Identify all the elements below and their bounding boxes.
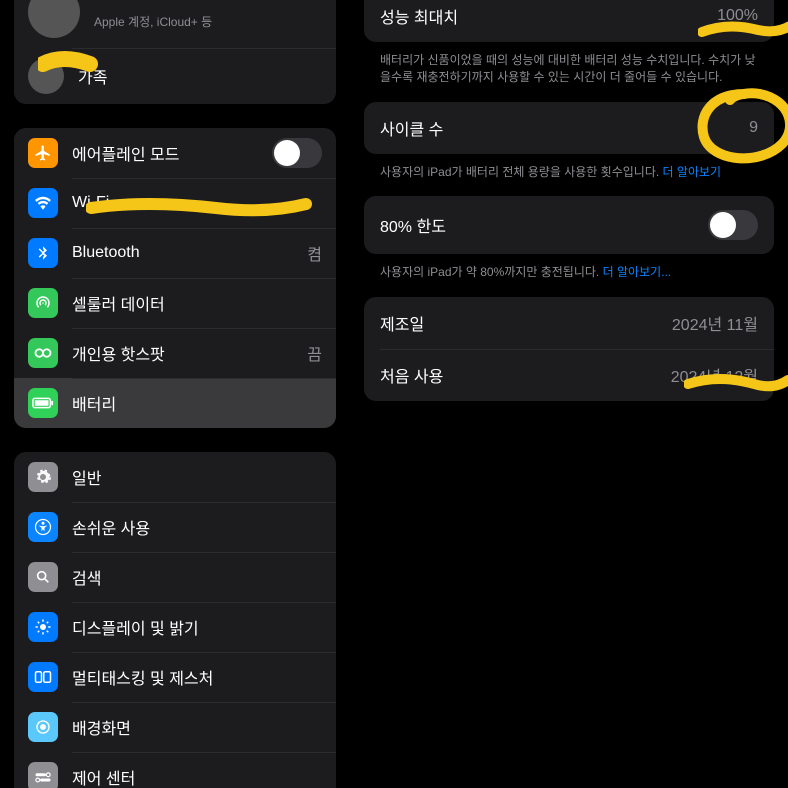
manufacture-label: 제조일 [380, 311, 424, 335]
max-capacity-row[interactable]: 성능 최대치 100% [364, 0, 774, 42]
bluetooth-value: 켬 [307, 241, 322, 265]
display-label: 디스플레이 및 밝기 [72, 615, 199, 639]
accessibility-row[interactable]: 손쉬운 사용 [14, 502, 336, 552]
cellular-icon [28, 288, 58, 318]
profile-subtitle: Apple 계정, iCloud+ 등 [94, 13, 212, 30]
limit-toggle[interactable] [708, 210, 758, 240]
settings-sidebar: Apple 계정, iCloud+ 등 가족 에어플레인 모드 [0, 0, 350, 788]
wallpaper-row[interactable]: 배경화면 [14, 702, 336, 752]
limit-footer: 사용자의 iPad가 약 80%까지만 충전됩니다. 더 알아보기... [364, 258, 774, 297]
wifi-row[interactable]: Wi-Fi [14, 178, 336, 228]
control-center-row[interactable]: 제어 센터 [14, 752, 336, 788]
first-use-value: 2024년 12월 [671, 363, 758, 387]
bluetooth-row[interactable]: Bluetooth 켬 [14, 228, 336, 278]
cycle-label: 사이클 수 [380, 116, 443, 140]
multitask-row[interactable]: 멀티태스킹 및 제스처 [14, 652, 336, 702]
hotspot-row[interactable]: 개인용 핫스팟 끔 [14, 328, 336, 378]
gear-icon [28, 462, 58, 492]
search-row[interactable]: 검색 [14, 552, 336, 602]
cycle-value: 9 [749, 119, 758, 137]
cycle-group: 사이클 수 9 [364, 102, 774, 154]
max-capacity-group: 성능 최대치 100% [364, 0, 774, 42]
avatar [28, 0, 80, 38]
airplane-row[interactable]: 에어플레인 모드 [14, 128, 336, 178]
battery-label: 배터리 [72, 391, 116, 415]
max-capacity-footer: 배터리가 신품이었을 때의 성능에 대비한 배터리 성능 수치입니다. 수치가 … [364, 46, 774, 102]
dates-group: 제조일 2024년 11월 처음 사용 2024년 12월 [364, 297, 774, 401]
wallpaper-icon [28, 712, 58, 742]
battery-detail-panel: 성능 최대치 100% 배터리가 신품이었을 때의 성능에 대비한 배터리 성능… [350, 0, 788, 788]
accessibility-icon [28, 512, 58, 542]
cellular-row[interactable]: 셀룰러 데이터 [14, 278, 336, 328]
family-row[interactable]: 가족 [14, 48, 336, 104]
hotspot-value: 끔 [307, 341, 322, 365]
family-avatar [28, 58, 64, 94]
multitask-label: 멀티태스킹 및 제스처 [72, 665, 213, 689]
display-row[interactable]: 디스플레이 및 밝기 [14, 602, 336, 652]
wifi-icon [28, 188, 58, 218]
family-label: 가족 [78, 64, 107, 88]
profile-group: Apple 계정, iCloud+ 등 가족 [14, 0, 336, 104]
search-label: 검색 [72, 565, 101, 589]
apple-id-row[interactable]: Apple 계정, iCloud+ 등 [14, 0, 336, 48]
limit-group: 80% 한도 [364, 196, 774, 254]
first-use-label: 처음 사용 [380, 363, 443, 387]
profile-name [94, 0, 212, 13]
control-center-label: 제어 센터 [72, 765, 135, 788]
wallpaper-label: 배경화면 [72, 715, 131, 739]
connectivity-group: 에어플레인 모드 Wi-Fi Bluetooth 켬 셀룰러 데이 [14, 128, 336, 428]
wifi-label: Wi-Fi [72, 194, 109, 212]
first-use-row[interactable]: 처음 사용 2024년 12월 [364, 349, 774, 401]
cycle-row[interactable]: 사이클 수 9 [364, 102, 774, 154]
brightness-icon [28, 612, 58, 642]
general-group: 일반 손쉬운 사용 검색 디스플레이 및 밝기 멀티태스킹 및 제스처 [14, 452, 336, 788]
cycle-footer-text: 사용자의 iPad가 배터리 전체 용량을 사용한 횟수입니다. [380, 165, 663, 179]
manufacture-value: 2024년 11월 [672, 311, 758, 335]
cellular-label: 셀룰러 데이터 [72, 291, 165, 315]
hotspot-label: 개인용 핫스팟 [72, 341, 165, 365]
multitask-icon [28, 662, 58, 692]
bluetooth-label: Bluetooth [72, 244, 140, 262]
cycle-footer: 사용자의 iPad가 배터리 전체 용량을 사용한 횟수입니다. 더 알아보기 [364, 158, 774, 197]
limit-row[interactable]: 80% 한도 [364, 196, 774, 254]
hotspot-icon [28, 338, 58, 368]
airplane-icon [28, 138, 58, 168]
limit-label: 80% 한도 [380, 213, 446, 237]
control-center-icon [28, 762, 58, 788]
accessibility-label: 손쉬운 사용 [72, 515, 150, 539]
general-label: 일반 [72, 465, 101, 489]
bluetooth-icon [28, 238, 58, 268]
battery-row[interactable]: 배터리 [14, 378, 336, 428]
airplane-toggle[interactable] [272, 138, 322, 168]
manufacture-row[interactable]: 제조일 2024년 11월 [364, 297, 774, 349]
cycle-learn-more-link[interactable]: 더 알아보기 [663, 165, 722, 179]
limit-learn-more-link[interactable]: 더 알아보기... [603, 265, 672, 279]
max-capacity-label: 성능 최대치 [380, 4, 458, 28]
airplane-label: 에어플레인 모드 [72, 141, 180, 165]
search-icon [28, 562, 58, 592]
general-row[interactable]: 일반 [14, 452, 336, 502]
battery-icon [28, 388, 58, 418]
limit-footer-text: 사용자의 iPad가 약 80%까지만 충전됩니다. [380, 265, 603, 279]
max-capacity-value: 100% [717, 7, 758, 25]
